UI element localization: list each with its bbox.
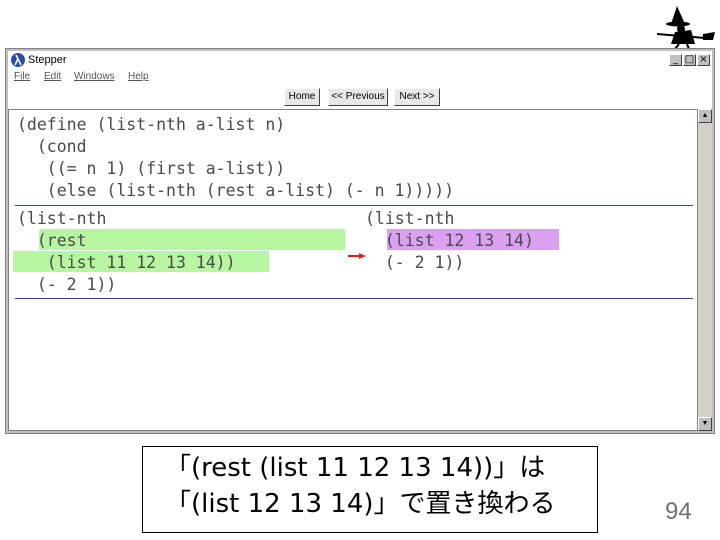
next-button[interactable]: Next >> <box>394 88 440 106</box>
stepper-content: (define (list-nth a-list n) (cond ((= n … <box>8 109 698 431</box>
home-button[interactable]: Home <box>284 88 320 106</box>
definition-line: (define (list-nth a-list n) <box>17 115 286 134</box>
title-bar: Stepper _ □ × <box>8 51 712 70</box>
stepper-window: Stepper _ □ × File Edit Windows Help Hom… <box>5 48 715 434</box>
page-number: 94 <box>665 498 692 525</box>
toolbar: Home << Previous Next >> <box>8 85 712 109</box>
vertical-scrollbar[interactable]: ▲ ▼ <box>698 109 712 431</box>
after-line: (- 2 1)) <box>365 253 465 272</box>
after-line: (list 12 13 14) <box>365 231 534 250</box>
before-line: (rest <box>17 231 87 250</box>
maximize-button[interactable]: □ <box>683 54 696 66</box>
menu-edit[interactable]: Edit <box>44 70 61 84</box>
before-line: (- 2 1)) <box>17 275 117 294</box>
before-line: (list 11 12 13 14)) <box>17 253 236 272</box>
step-arrow-icon <box>348 253 366 259</box>
menu-bar: File Edit Windows Help <box>8 69 712 85</box>
menu-help[interactable]: Help <box>128 70 149 84</box>
definition-line: (else (list-nth (rest a-list) (- n 1))))… <box>17 181 455 200</box>
lambda-app-icon <box>11 53 25 67</box>
section-divider <box>15 205 693 206</box>
section-divider <box>15 298 693 299</box>
menu-windows[interactable]: Windows <box>74 70 115 84</box>
close-button[interactable]: × <box>697 54 710 66</box>
caption-box: 「(rest (list 11 12 13 14))」は 「(list 12 1… <box>142 446 598 533</box>
scroll-down-button[interactable]: ▼ <box>698 417 712 431</box>
previous-button[interactable]: << Previous <box>328 88 388 106</box>
definition-line: (cond <box>17 137 87 156</box>
scroll-up-button[interactable]: ▲ <box>698 109 712 123</box>
witch-logo-icon <box>656 6 715 50</box>
minimize-button[interactable]: _ <box>669 54 682 66</box>
before-line: (list-nth <box>17 209 107 228</box>
definition-line: ((= n 1) (first a-list)) <box>17 159 286 178</box>
caption-line-2: 「(list 12 13 14)」で置き換わる <box>165 489 556 519</box>
after-line: (list-nth <box>365 209 455 228</box>
menu-file[interactable]: File <box>14 70 30 84</box>
window-title: Stepper <box>28 54 67 66</box>
caption-line-1: 「(rest (list 11 12 13 14))」は <box>165 453 546 483</box>
